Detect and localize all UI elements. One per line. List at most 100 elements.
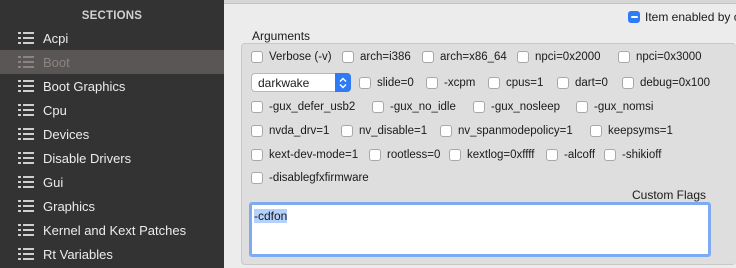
item-enabled-label: Item enabled by c — [645, 10, 736, 24]
arg-label: cpus=1 — [506, 77, 544, 89]
arg-checkbox-gux-no-idle[interactable]: -gux_no_idle — [372, 101, 456, 113]
checkbox-icon — [372, 101, 384, 113]
arg-checkbox-rootless[interactable]: rootless=0 — [369, 149, 440, 161]
sidebar-item-label: Disable Drivers — [43, 150, 132, 166]
arg-checkbox-npci-2000[interactable]: npci=0x2000 — [517, 51, 601, 63]
checkbox-icon — [251, 125, 263, 137]
sidebar-item-label: Kernel and Kext Patches — [43, 222, 187, 238]
checkbox-icon — [488, 77, 500, 89]
sidebar-header: SECTIONS — [81, 10, 143, 22]
arg-label: -shikioff — [622, 149, 662, 161]
arg-checkbox-nv-spanmodepolicy[interactable]: nv_spanmodepolicy=1 — [440, 125, 573, 137]
sidebar-item-label: Boot Graphics — [43, 78, 126, 94]
checkbox-icon — [369, 149, 381, 161]
checkbox-icon — [517, 51, 529, 63]
checkbox-icon — [604, 149, 616, 161]
arg-label: -gux_nomsi — [594, 101, 654, 113]
sidebar-item-graphics[interactable]: Graphics — [0, 194, 224, 218]
sidebar-item-acpi[interactable]: Acpi — [0, 26, 224, 50]
arg-label: debug=0x100 — [640, 77, 711, 89]
arg-checkbox-gux-defer-usb2[interactable]: -gux_defer_usb2 — [251, 101, 355, 113]
list-icon — [18, 80, 34, 92]
custom-flags-label: Custom Flags — [632, 188, 707, 202]
arg-checkbox-debug[interactable]: debug=0x100 — [622, 77, 710, 89]
sidebar-item-label: Acpi — [43, 30, 69, 46]
arg-label: nvda_drv=1 — [269, 125, 330, 137]
sidebar-item-boot[interactable]: Boot — [0, 50, 224, 74]
sidebar-item-label: Cpu — [43, 102, 67, 118]
arg-checkbox-cpus[interactable]: cpus=1 — [488, 77, 543, 89]
list-icon — [18, 128, 34, 140]
custom-flags-value: -cdfon — [254, 209, 288, 223]
sidebar: SECTIONS Acpi Boot Boot Graphics Cpu Dev… — [0, 0, 224, 268]
list-icon — [18, 32, 34, 44]
arg-label: keepsyms=1 — [608, 125, 673, 137]
arg-checkbox-verbose[interactable]: Verbose (-v) — [251, 51, 332, 63]
arg-checkbox-disablegfxfirmware[interactable]: -disablegfxfirmware — [251, 172, 369, 184]
arg-label: -xcpm — [444, 77, 476, 89]
arg-checkbox-nvda-drv[interactable]: nvda_drv=1 — [251, 125, 329, 137]
checkbox-icon — [426, 77, 438, 89]
list-icon — [18, 104, 34, 116]
item-enabled-checkbox[interactable]: Item enabled by c — [628, 10, 736, 24]
list-icon — [18, 152, 34, 164]
checkbox-icon — [590, 125, 602, 137]
arg-checkbox-xcpm[interactable]: -xcpm — [426, 77, 475, 89]
checkbox-icon — [449, 149, 461, 161]
checkbox-icon — [251, 172, 263, 184]
checkbox-icon — [440, 125, 452, 137]
arg-label: arch=x86_64 — [440, 51, 507, 63]
arg-checkbox-slide[interactable]: slide=0 — [359, 77, 414, 89]
sidebar-item-disable-drivers[interactable]: Disable Drivers — [0, 146, 224, 170]
arg-label: slide=0 — [377, 77, 414, 89]
arg-label: npci=0x2000 — [535, 51, 601, 63]
sidebar-item-label: Graphics — [43, 198, 96, 214]
sidebar-item-label: Rt Variables — [43, 246, 113, 262]
arg-checkbox-dart[interactable]: dart=0 — [557, 77, 608, 89]
sidebar-item-gui[interactable]: Gui — [0, 170, 224, 194]
arg-checkbox-arch-x86-64[interactable]: arch=x86_64 — [422, 51, 507, 63]
checkbox-icon — [341, 125, 353, 137]
arg-label: -disablegfxfirmware — [269, 172, 369, 184]
arg-label: kext-dev-mode=1 — [269, 149, 359, 161]
checkbox-icon — [546, 149, 558, 161]
darkwake-select-value: darkwake — [258, 75, 310, 90]
arg-checkbox-shikioff[interactable]: -shikioff — [604, 149, 661, 161]
arg-label: -gux_no_idle — [390, 101, 456, 113]
arg-checkbox-arch-i386[interactable]: arch=i386 — [342, 51, 411, 63]
arg-label: arch=i386 — [360, 51, 411, 63]
darkwake-select[interactable]: darkwake — [251, 73, 351, 92]
arg-label: nv_disable=1 — [359, 125, 428, 137]
checkbox-icon — [359, 77, 371, 89]
arg-label: nv_spanmodepolicy=1 — [458, 125, 573, 137]
arg-checkbox-alcoff[interactable]: -alcoff — [546, 149, 595, 161]
checkbox-icon — [422, 51, 434, 63]
list-icon — [18, 224, 34, 236]
arguments-title: Arguments — [252, 29, 311, 43]
arg-label: kextlog=0xffff — [467, 149, 535, 161]
sidebar-item-label: Gui — [43, 174, 64, 190]
arg-label: rootless=0 — [387, 149, 441, 161]
arg-label: -gux_nosleep — [491, 101, 561, 113]
checkbox-icon — [618, 51, 630, 63]
arg-checkbox-gux-nomsi[interactable]: -gux_nomsi — [576, 101, 653, 113]
arg-checkbox-nv-disable[interactable]: nv_disable=1 — [341, 125, 427, 137]
custom-flags-field[interactable]: -cdfon — [249, 202, 711, 257]
arg-checkbox-keepsyms[interactable]: keepsyms=1 — [590, 125, 673, 137]
sidebar-item-rt-variables[interactable]: Rt Variables — [0, 242, 224, 266]
arg-label: -alcoff — [564, 149, 596, 161]
arg-checkbox-kext-dev-mode[interactable]: kext-dev-mode=1 — [251, 149, 358, 161]
checkbox-icon — [473, 101, 485, 113]
sidebar-item-cpu[interactable]: Cpu — [0, 98, 224, 122]
list-icon — [18, 176, 34, 188]
sidebar-item-kernel-and-kext-patches[interactable]: Kernel and Kext Patches — [0, 218, 224, 242]
arg-checkbox-npci-3000[interactable]: npci=0x3000 — [618, 51, 702, 63]
checkbox-mixed-icon — [628, 11, 640, 23]
sidebar-item-boot-graphics[interactable]: Boot Graphics — [0, 74, 224, 98]
checkbox-icon — [251, 101, 263, 113]
checkbox-icon — [557, 77, 569, 89]
arg-checkbox-kextlog[interactable]: kextlog=0xffff — [449, 149, 534, 161]
sidebar-item-devices[interactable]: Devices — [0, 122, 224, 146]
checkbox-icon — [576, 101, 588, 113]
arg-checkbox-gux-nosleep[interactable]: -gux_nosleep — [473, 101, 560, 113]
